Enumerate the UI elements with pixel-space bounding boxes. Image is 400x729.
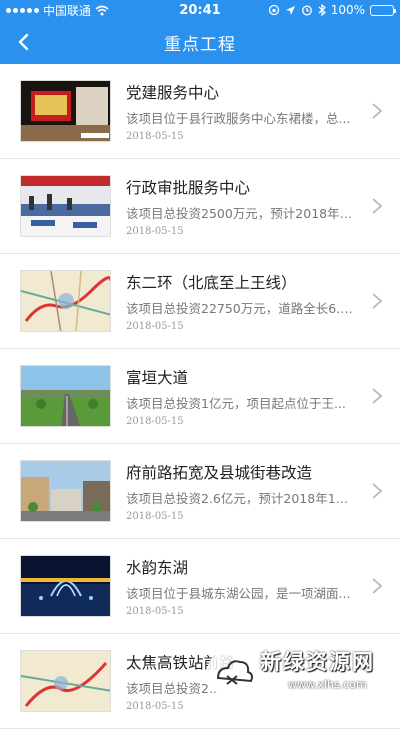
- item-date: 2018-05-15: [126, 701, 184, 712]
- page-title: 重点工程: [164, 30, 236, 55]
- chevron-right-icon: [370, 102, 384, 120]
- item-thumbnail: [20, 270, 111, 332]
- battery-percent: 100%: [331, 3, 365, 17]
- bluetooth-icon: [318, 4, 326, 16]
- item-date: 2018-05-15: [126, 606, 184, 617]
- item-desc: 该项目总投资2.6亿元，预计2018年12月...: [126, 488, 356, 507]
- chevron-right-icon: [370, 292, 384, 310]
- list-item[interactable]: 富垣大道 该项目总投资1亿元，项目起点位于王... 2018-05-15: [0, 349, 400, 444]
- list-item[interactable]: 太焦高铁站前路 该项目总投资2... 2018-05-15: [0, 634, 400, 729]
- battery-icon: [370, 5, 394, 16]
- chevron-right-icon: [370, 577, 384, 595]
- alarm-icon: [301, 4, 313, 16]
- item-title: 太焦高铁站前路: [126, 651, 366, 673]
- list-item[interactable]: 水韵东湖 该项目位于县城东湖公园，是一项湖面... 2018-05-15: [0, 539, 400, 634]
- item-title: 行政审批服务中心: [126, 176, 366, 198]
- chevron-right-icon: [370, 387, 384, 405]
- location-icon: [285, 5, 296, 16]
- item-desc: 该项目位于县行政服务中心东裙楼，总...: [126, 108, 356, 127]
- item-title: 水韵东湖: [126, 556, 366, 578]
- item-title: 党建服务中心: [126, 81, 366, 103]
- status-bar: 中国联通 20:41 100%: [0, 0, 400, 20]
- item-thumbnail: [20, 460, 111, 522]
- item-title: 府前路拓宽及县城街巷改造: [126, 461, 366, 483]
- list-item[interactable]: 府前路拓宽及县城街巷改造 该项目总投资2.6亿元，预计2018年12月... 2…: [0, 444, 400, 539]
- item-thumbnail: [20, 555, 111, 617]
- project-list: 党建服务中心 该项目位于县行政服务中心东裙楼，总... 2018-05-15 行…: [0, 64, 400, 729]
- item-date: 2018-05-15: [126, 226, 184, 237]
- item-thumbnail: [20, 650, 111, 712]
- list-item[interactable]: 行政审批服务中心 该项目总投资2500万元，预计2018年6... 2018-0…: [0, 159, 400, 254]
- list-item[interactable]: 党建服务中心 该项目位于县行政服务中心东裙楼，总... 2018-05-15: [0, 64, 400, 159]
- back-button[interactable]: [6, 20, 40, 64]
- item-desc: 该项目总投资22750万元，道路全长6.29...: [126, 298, 356, 317]
- item-date: 2018-05-15: [126, 511, 184, 522]
- item-title: 东二环（北底至上王线）: [126, 271, 366, 293]
- rotation-lock-icon: [268, 4, 280, 16]
- item-desc: 该项目总投资1亿元，项目起点位于王...: [126, 393, 356, 412]
- chevron-right-icon: [370, 482, 384, 500]
- item-date: 2018-05-15: [126, 131, 184, 142]
- item-desc: 该项目位于县城东湖公园，是一项湖面...: [126, 583, 356, 602]
- item-desc: 该项目总投资2...: [126, 678, 356, 697]
- chevron-right-icon: [370, 197, 384, 215]
- item-thumbnail: [20, 365, 111, 427]
- list-item[interactable]: 东二环（北底至上王线） 该项目总投资22750万元，道路全长6.29... 20…: [0, 254, 400, 349]
- nav-bar: 重点工程: [0, 20, 400, 64]
- status-right: 100%: [268, 3, 394, 17]
- item-title: 富垣大道: [126, 366, 366, 388]
- item-desc: 该项目总投资2500万元，预计2018年6...: [126, 203, 356, 222]
- item-thumbnail: [20, 175, 111, 237]
- item-thumbnail: [20, 80, 111, 142]
- item-date: 2018-05-15: [126, 416, 184, 427]
- chevron-left-icon: [17, 33, 29, 51]
- item-date: 2018-05-15: [126, 321, 184, 332]
